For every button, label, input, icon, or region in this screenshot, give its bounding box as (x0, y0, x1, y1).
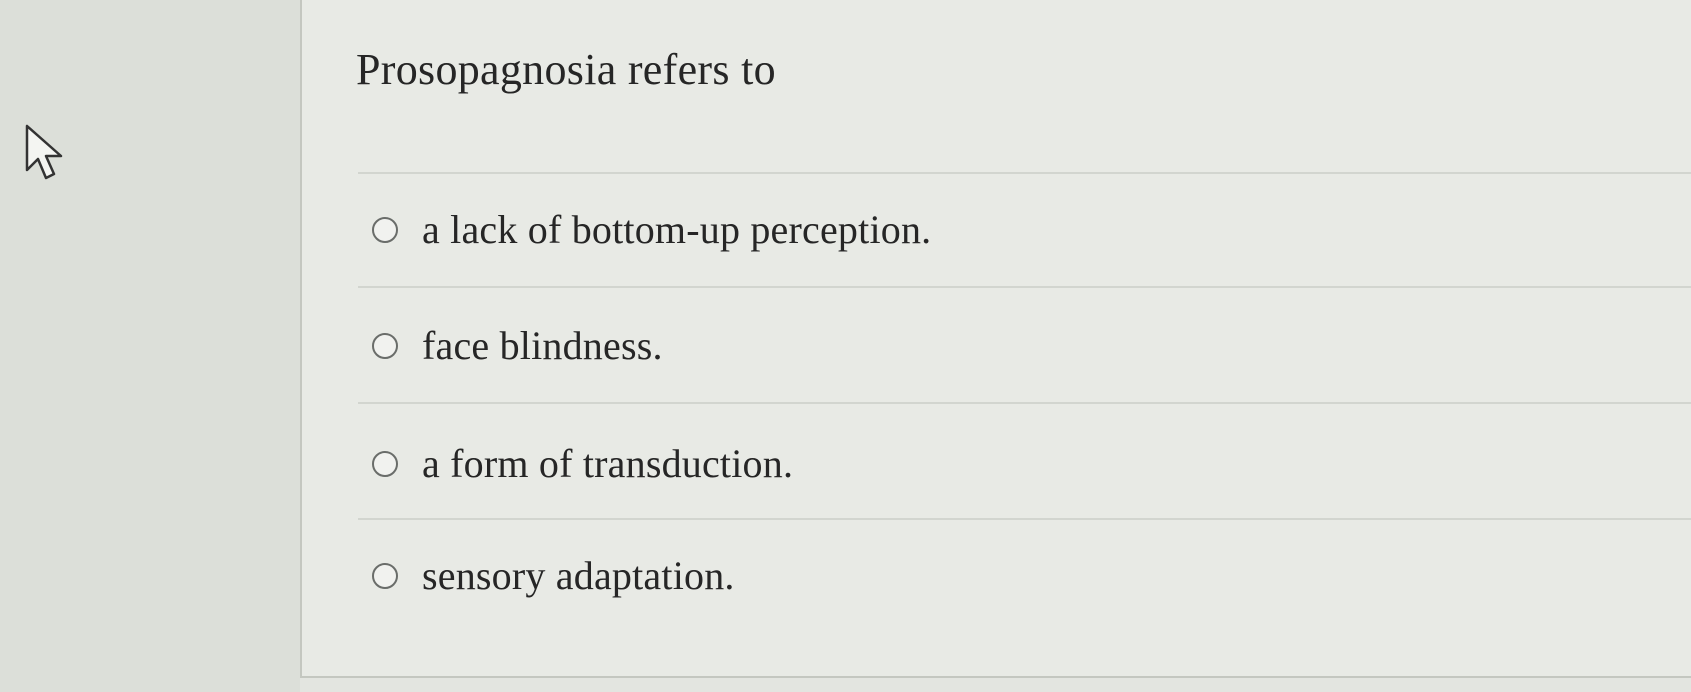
radio-button-2[interactable] (372, 332, 398, 359)
answer-option-label: a lack of bottom-up perception. (422, 207, 932, 252)
answer-option-2[interactable]: face blindness. (372, 322, 663, 369)
answer-option-label: a form of transduction. (422, 441, 794, 486)
question-panel: Prosopagnosia refers to a lack of bottom… (300, 0, 1691, 678)
radio-button-3[interactable] (372, 450, 398, 477)
divider (358, 518, 1691, 520)
radio-button-4[interactable] (372, 562, 398, 589)
answer-option-3[interactable]: a form of transduction. (372, 440, 793, 487)
divider (358, 286, 1691, 288)
mouse-pointer-icon (25, 124, 63, 180)
divider (358, 172, 1691, 174)
divider (358, 402, 1691, 404)
answer-option-4[interactable]: sensory adaptation. (372, 552, 735, 599)
radio-button-1[interactable] (372, 216, 398, 243)
answer-option-label: sensory adaptation. (422, 553, 735, 598)
answer-option-1[interactable]: a lack of bottom-up perception. (372, 206, 931, 253)
question-text: Prosopagnosia refers to (356, 45, 776, 94)
left-margin (0, 0, 300, 692)
answer-option-label: face blindness. (422, 323, 663, 368)
